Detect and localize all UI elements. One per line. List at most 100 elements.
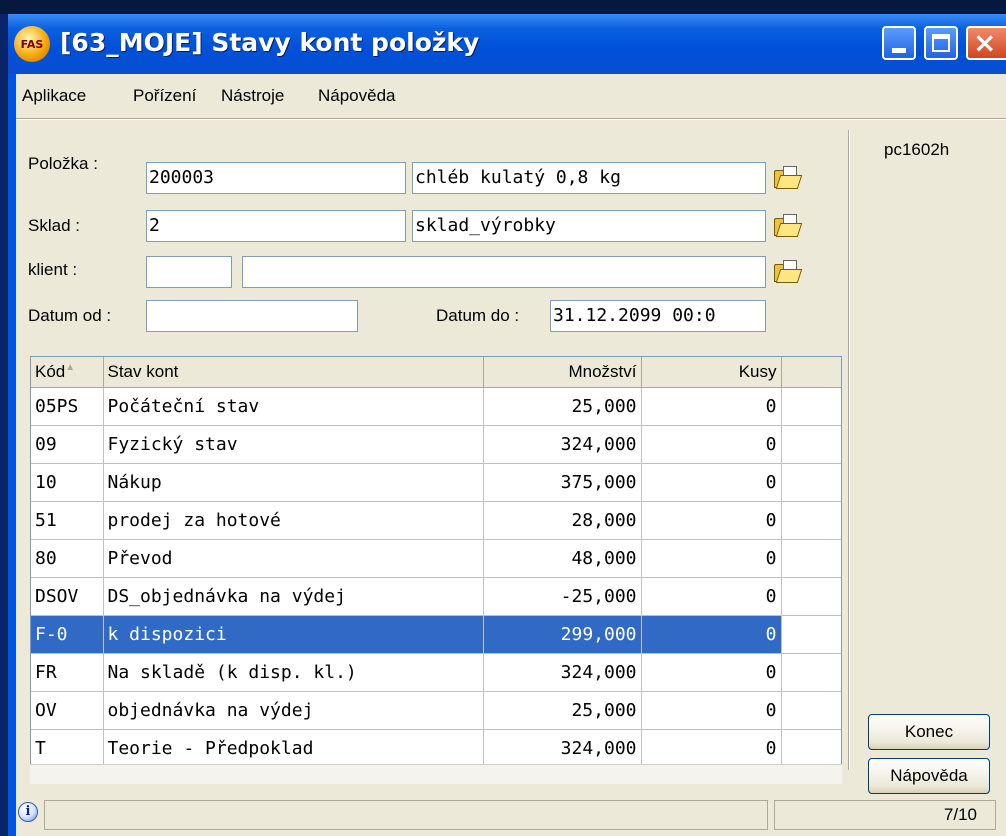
cell-kusy: 0 [641,463,782,502]
cell-kusy: 0 [641,729,782,768]
table-row[interactable]: T Teorie - Předpoklad 324,000 0 [31,729,841,768]
table-row[interactable]: FR Na skladě (k disp. kl.) 324,000 0 [31,653,841,692]
datum-od-label: Datum od : [28,306,112,325]
cell-filler [781,425,841,464]
klient-code-field[interactable] [146,256,232,288]
title-bar[interactable]: FAS [63_MOJE] Stavy kont položky × [8,14,1006,74]
table-row[interactable]: OV objednávka na výdej 25,000 0 [31,691,841,730]
cell-mnozstvi: 324,000 [483,729,642,768]
cell-stav-kont: Nákup [103,463,484,502]
cell-mnozstvi: 299,000 [483,615,642,654]
table-row[interactable]: 05PS Počáteční stav 25,000 0 [31,387,841,426]
menu-napoveda[interactable]: Nápověda [318,86,396,106]
cell-filler [781,577,841,616]
column-header-filler [781,357,841,388]
polozka-name-field[interactable]: chléb kulatý 0,8 kg [412,162,766,194]
datum-do-label: Datum do : [436,306,520,325]
cell-kod: DSOV [31,577,104,616]
menu-porizeni[interactable]: Pořízení [133,86,196,106]
cell-kod: FR [31,653,104,692]
window-title: [63_MOJE] Stavy kont položky [60,28,480,57]
cell-kod: 80 [31,539,104,578]
polozka-label: Položka : [28,154,98,173]
status-bar: i 7/10 [16,796,1006,836]
datum-do-field[interactable]: 31.12.2099 00:0 [550,300,766,332]
cell-kod: F-0 [31,615,104,654]
datum-od-field[interactable] [146,300,358,332]
cell-kusy: 0 [641,653,782,692]
cell-filler [781,387,841,426]
cell-filler [781,691,841,730]
info-icon[interactable]: i [18,802,38,822]
cell-stav-kont: Teorie - Předpoklad [103,729,484,768]
polozka-code-field[interactable]: 200003 [146,162,406,194]
sklad-open-folder-icon[interactable] [774,214,803,237]
menu-aplikace[interactable]: Aplikace [22,86,86,106]
cell-filler [781,539,841,578]
cell-stav-kont: Převod [103,539,484,578]
column-header-mnozstvi[interactable]: Množství [483,357,642,388]
cell-stav-kont: Na skladě (k disp. kl.) [103,653,484,692]
cell-filler [781,653,841,692]
maximize-icon [932,34,950,52]
grid-horizontal-scrollbar[interactable] [30,764,842,784]
cell-stav-kont: DS_objednávka na výdej [103,577,484,616]
cell-filler [781,501,841,540]
client-area: Aplikace Pořízení Nástroje Nápověda pc16… [16,74,1006,836]
cell-kod: OV [31,691,104,730]
cell-mnozstvi: 25,000 [483,691,642,730]
napoveda-button[interactable]: Nápověda [868,758,990,794]
account-states-grid[interactable]: Kód▲ Stav kont Množství Kusy 05PS Počáteč… [30,356,842,784]
sklad-label: Sklad : [28,216,80,235]
cell-filler [781,615,841,654]
cell-mnozstvi: 25,000 [483,387,642,426]
cell-kusy: 0 [641,577,782,616]
cell-kusy: 0 [641,425,782,464]
panel-divider [848,130,850,770]
column-header-stav-kont[interactable]: Stav kont [103,357,484,388]
table-row[interactable]: 10 Nákup 375,000 0 [31,463,841,502]
cell-mnozstvi: 324,000 [483,653,642,692]
app-logo-icon[interactable]: FAS [14,26,50,62]
hostname-label: pc1602h [884,140,950,159]
klient-open-folder-icon[interactable] [774,260,803,283]
cell-kusy: 0 [641,615,782,654]
sklad-name-field[interactable]: sklad_výrobky [412,210,766,242]
cell-kod: 51 [31,501,104,540]
cell-kusy: 0 [641,387,782,426]
menu-bar: Aplikace Pořízení Nástroje Nápověda [16,74,1006,118]
minimize-icon [892,48,906,53]
cell-mnozstvi: 324,000 [483,425,642,464]
cell-kusy: 0 [641,691,782,730]
minimize-button[interactable] [882,26,916,60]
cell-stav-kont: Fyzický stav [103,425,484,464]
konec-button[interactable]: Konec [868,714,990,750]
klient-name-field[interactable] [242,256,766,288]
app-window: FAS [63_MOJE] Stavy kont položky × Aplik… [8,14,1006,836]
column-header-kusy[interactable]: Kusy [641,357,782,388]
table-row[interactable]: 80 Převod 48,000 0 [31,539,841,578]
cell-stav-kont: Počáteční stav [103,387,484,426]
cell-kod: 09 [31,425,104,464]
close-icon: × [973,26,997,59]
table-row[interactable]: 51 prodej za hotové 28,000 0 [31,501,841,540]
cell-kusy: 0 [641,539,782,578]
sklad-code-field[interactable]: 2 [146,210,406,242]
cell-kod: T [31,729,104,768]
record-position-label: 7/10 [774,800,996,830]
menu-nastroje[interactable]: Nástroje [221,86,284,106]
table-row[interactable]: F-0 k dispozici 299,000 0 [31,615,841,654]
cell-mnozstvi: -25,000 [483,577,642,616]
maximize-button[interactable] [924,26,958,60]
cell-kusy: 0 [641,501,782,540]
column-header-kod[interactable]: Kód▲ [31,357,104,388]
polozka-open-folder-icon[interactable] [774,166,803,189]
cell-kod: 10 [31,463,104,502]
sort-ascending-icon: ▲ [65,361,76,373]
cell-stav-kont: k dispozici [103,615,484,654]
cell-stav-kont: prodej za hotové [103,501,484,540]
table-row[interactable]: DSOV DS_objednávka na výdej -25,000 0 [31,577,841,616]
close-button[interactable]: × [966,26,1006,60]
table-row[interactable]: 09 Fyzický stav 324,000 0 [31,425,841,464]
cell-kod: 05PS [31,387,104,426]
